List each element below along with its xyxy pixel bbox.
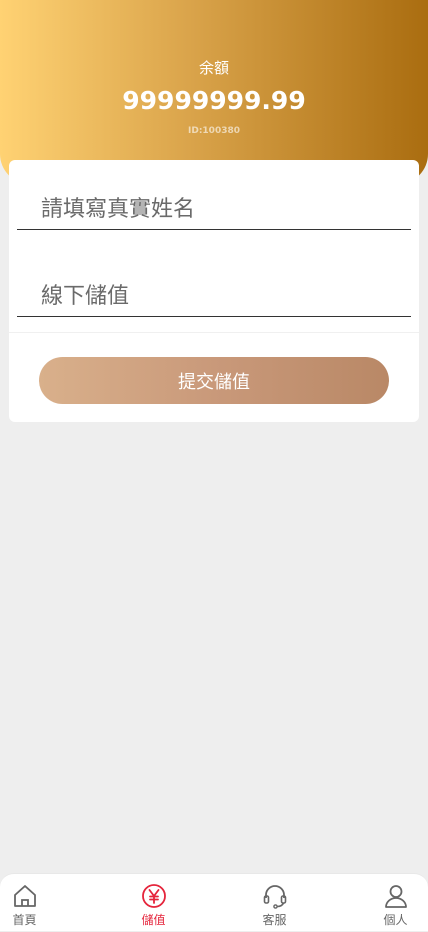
tab-profile[interactable]: 個人 [342,874,428,932]
user-icon [384,885,407,908]
tab-home-label: 首頁 [12,913,37,927]
topup-form-card: 提交儲值 [9,160,419,422]
tab-service-label: 客服 [262,913,287,927]
form-divider [9,332,419,333]
tab-service[interactable]: 客服 [221,874,328,932]
tab-topup-label: 儲值 [141,913,166,927]
submit-topup-button[interactable]: 提交儲值 [39,357,389,404]
home-icon [13,885,36,907]
bottom-tab-bar: 首頁 儲值 客服 個人 [0,873,428,931]
balance-header: 余額 99999999.99 ID:100380 [0,0,428,184]
offline-topup-input[interactable] [17,277,411,317]
tab-profile-label: 個人 [383,913,408,927]
user-id: ID:100380 [188,126,240,136]
balance-label: 余額 [198,59,229,77]
tab-topup[interactable]: 儲值 [100,874,207,932]
tab-home[interactable]: 首頁 [0,874,78,932]
balance-amount: 99999999.99 [122,86,306,115]
headset-icon [263,885,286,909]
yen-icon [141,884,166,908]
real-name-input[interactable] [17,190,411,230]
